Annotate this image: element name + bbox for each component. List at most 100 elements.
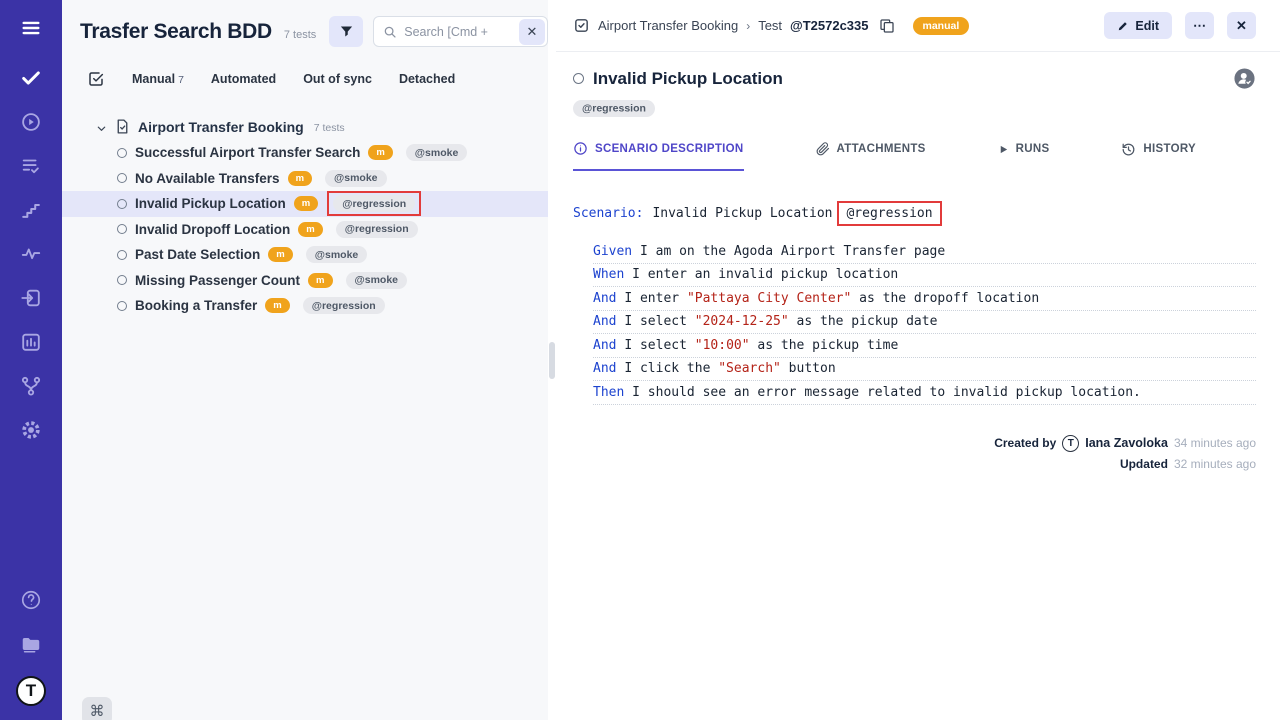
test-label: No Available Transfers — [135, 171, 280, 186]
test-id: @T2572c335 — [790, 18, 868, 33]
branches-icon[interactable] — [19, 374, 43, 398]
tag-pill[interactable]: @regression — [573, 100, 655, 117]
help-icon[interactable] — [19, 588, 43, 612]
test-status-icon — [117, 173, 127, 183]
test-status-icon — [573, 73, 584, 84]
annotation-box: @regression — [837, 201, 941, 226]
manual-badge: m — [268, 247, 292, 262]
step-keyword: And — [593, 314, 616, 329]
tag-pill[interactable]: @regression — [303, 297, 385, 314]
tab-history[interactable]: HISTORY — [1121, 141, 1196, 170]
command-key-button[interactable]: ⌘ — [82, 697, 112, 720]
tab-scenario-description[interactable]: SCENARIO DESCRIPTION — [573, 141, 744, 171]
manual-badge: m — [308, 273, 332, 288]
filter-tab-manual[interactable]: Manual7 — [132, 72, 184, 86]
test-row[interactable]: Past Date Selection m @smoke — [62, 242, 548, 268]
projects-icon[interactable] — [19, 632, 43, 656]
tab-label: SCENARIO DESCRIPTION — [595, 143, 744, 155]
panel-divider[interactable] — [548, 0, 556, 720]
test-row[interactable]: Successful Airport Transfer Search m @sm… — [62, 140, 548, 166]
steps-icon[interactable] — [19, 198, 43, 222]
test-row[interactable]: Invalid Dropoff Location m @regression — [62, 217, 548, 243]
info-icon — [573, 141, 588, 156]
author-name: Iana Zavoloka — [1085, 436, 1168, 450]
pulse-icon[interactable] — [19, 242, 43, 266]
test-status-icon — [117, 250, 127, 260]
search-clear-button[interactable]: ✕ — [519, 19, 545, 45]
filter-label: Manual — [132, 72, 175, 86]
step-string: "Search" — [718, 361, 781, 376]
more-button[interactable]: ⋯ — [1185, 12, 1214, 39]
suite-count: 7 tests — [314, 122, 345, 134]
scenario-step: When I enter an invalid pickup location — [593, 264, 1256, 288]
test-list-panel: Trasfer Search BDD 7 tests ✕ Manual7 Aut… — [62, 0, 548, 720]
step-text: as the pickup date — [789, 314, 938, 329]
analytics-icon[interactable] — [19, 330, 43, 354]
tag-pill[interactable]: @smoke — [406, 144, 468, 161]
tag-pill[interactable]: @smoke — [306, 246, 368, 263]
paperclip-icon — [816, 142, 830, 156]
chevron-down-icon[interactable] — [96, 121, 107, 132]
filter-button[interactable] — [329, 16, 363, 47]
author-avatar[interactable]: T — [1062, 435, 1079, 452]
test-row-selected[interactable]: Invalid Pickup Location m @regression — [62, 191, 548, 217]
step-string: "2024-12-25" — [695, 314, 789, 329]
project-title: Trasfer Search BDD — [80, 20, 272, 44]
scenario-steps: Given I am on the Agoda Airport Transfer… — [593, 240, 1256, 405]
test-status-icon — [117, 199, 127, 209]
test-status-icon — [117, 275, 127, 285]
left-panel-header: Trasfer Search BDD 7 tests ✕ — [62, 0, 548, 47]
filter-tab-automated[interactable]: Automated — [211, 72, 276, 86]
test-status-icon — [117, 224, 127, 234]
test-meta: Created by T Iana Zavoloka 34 minutes ag… — [994, 435, 1256, 476]
menu-icon[interactable] — [19, 16, 43, 40]
filter-tab-detached[interactable]: Detached — [399, 72, 455, 86]
settings-icon[interactable] — [19, 418, 43, 442]
tests-count: 7 tests — [284, 29, 316, 41]
step-keyword: Given — [593, 244, 632, 259]
tests-icon[interactable] — [19, 66, 43, 90]
created-label: Created by — [994, 436, 1056, 450]
tab-runs[interactable]: RUNS — [998, 141, 1050, 170]
history-icon — [1121, 142, 1136, 157]
tag-pill[interactable]: @smoke — [325, 170, 387, 187]
edit-button[interactable]: Edit — [1104, 12, 1172, 39]
copy-icon[interactable] — [879, 18, 895, 34]
test-plans-icon[interactable] — [19, 154, 43, 178]
scenario-step: And I click the "Search" button — [593, 358, 1256, 382]
tab-attachments[interactable]: ATTACHMENTS — [816, 141, 926, 170]
step-keyword: And — [593, 338, 616, 353]
assignee-avatar-icon[interactable] — [1233, 67, 1256, 90]
import-icon[interactable] — [19, 286, 43, 310]
created-time: 34 minutes ago — [1174, 436, 1256, 450]
breadcrumb-project[interactable]: Airport Transfer Booking — [598, 18, 738, 33]
scenario-name: Invalid Pickup Location — [652, 206, 832, 221]
step-text: I select — [624, 338, 694, 353]
tag-pill[interactable]: @smoke — [346, 272, 408, 289]
manual-badge: m — [294, 196, 318, 211]
app-window: T Trasfer Search BDD 7 tests ✕ Manual7 A… — [0, 0, 1280, 720]
test-row[interactable]: No Available Transfers m @smoke — [62, 166, 548, 192]
tag-pill[interactable]: @regression — [333, 195, 415, 212]
checkbox-icon — [573, 17, 590, 34]
filter-tabs: Manual7 Automated Out of sync Detached — [87, 70, 548, 88]
close-button[interactable]: ✕ — [1227, 12, 1256, 39]
test-label: Booking a Transfer — [135, 298, 257, 313]
step-text: I enter an invalid pickup location — [632, 267, 898, 282]
app-logo[interactable]: T — [16, 676, 46, 706]
suite-row[interactable]: Airport Transfer Booking 7 tests — [62, 113, 548, 140]
scenario-step: And I select "2024-12-25" as the pickup … — [593, 311, 1256, 335]
runs-icon[interactable] — [19, 110, 43, 134]
edit-label: Edit — [1135, 19, 1159, 33]
divider-drag-handle[interactable] — [549, 342, 555, 379]
select-all-icon[interactable] — [87, 70, 105, 88]
test-row[interactable]: Booking a Transfer m @regression — [62, 293, 548, 319]
test-row[interactable]: Missing Passenger Count m @smoke — [62, 268, 548, 294]
suite-name: Airport Transfer Booking — [138, 119, 304, 135]
scenario-step: Given I am on the Agoda Airport Transfer… — [593, 240, 1256, 264]
filter-tab-out-of-sync[interactable]: Out of sync — [303, 72, 372, 86]
tab-label: ATTACHMENTS — [837, 143, 926, 155]
tag-pill[interactable]: @regression — [336, 221, 418, 238]
test-title: Invalid Pickup Location — [593, 69, 783, 89]
breadcrumb-separator: › — [746, 19, 750, 33]
